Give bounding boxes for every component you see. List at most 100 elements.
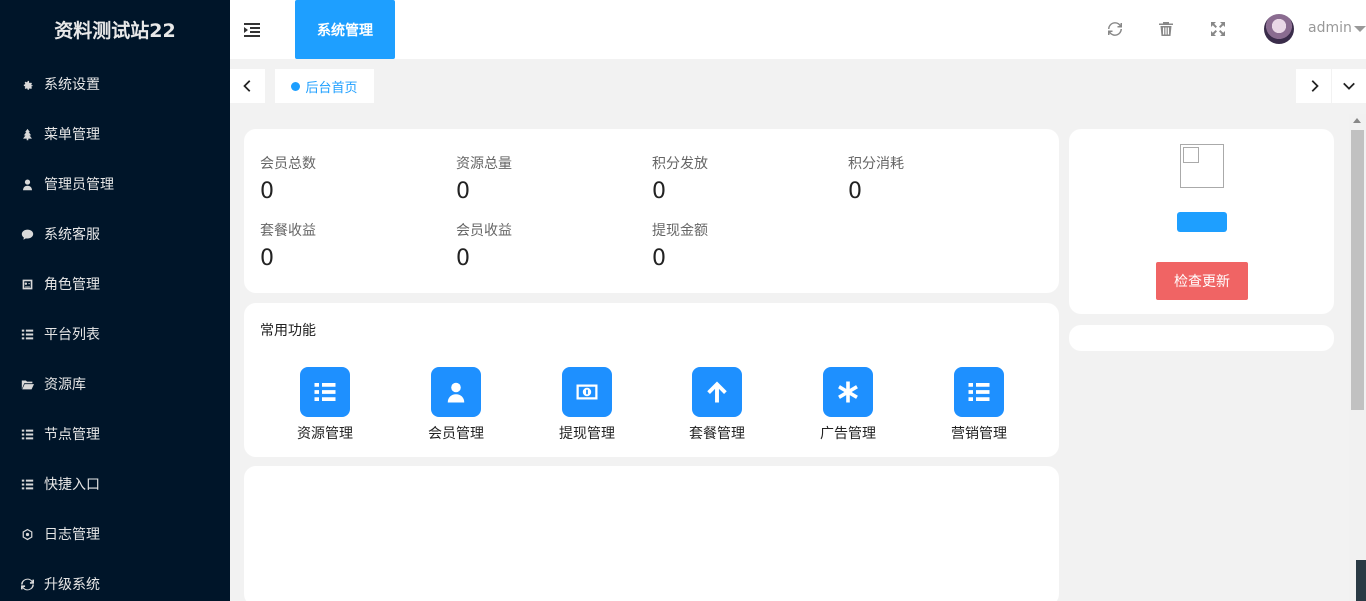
stat-package-revenue: 套餐收益 0 xyxy=(260,220,316,271)
stat-members-total: 会员总数 0 xyxy=(260,153,316,204)
stat-label: 积分发放 xyxy=(652,156,708,172)
sidebar: 资料测试站22 系统设置 菜单管理 管理员管理 系统客服 角色管理 平台列表 资… xyxy=(0,0,230,601)
hexagon-icon xyxy=(20,527,34,541)
sidebar-item-customer-service[interactable]: 系统客服 xyxy=(0,209,230,259)
active-dot-icon xyxy=(291,81,301,91)
check-update-button[interactable]: 检查更新 xyxy=(1156,262,1248,300)
broken-image-icon xyxy=(1180,144,1224,188)
sidebar-item-label: 资源库 xyxy=(44,377,86,393)
sidebar-toggle-icon[interactable] xyxy=(244,22,260,37)
stats-card: 会员总数 0 资源总量 0 积分发放 0 积分消耗 0 套餐收益 0 会员收益 … xyxy=(244,129,1059,293)
func-label: 提现管理 xyxy=(559,426,615,442)
system-info-card: 检查更新 xyxy=(1069,129,1334,314)
stat-points-issued: 积分发放 0 xyxy=(652,153,708,204)
stat-label: 套餐收益 xyxy=(260,223,316,239)
stat-label: 积分消耗 xyxy=(848,156,904,172)
sidebar-item-label: 日志管理 xyxy=(44,527,100,543)
func-member-management[interactable]: 会员管理 xyxy=(406,367,506,443)
stat-value: 0 xyxy=(260,179,274,204)
app-title: 资料测试站22 xyxy=(54,20,176,42)
list-icon xyxy=(20,477,34,491)
sidebar-item-upgrade[interactable]: 升级系统 xyxy=(0,559,230,601)
user-icon xyxy=(431,367,481,417)
sidebar-item-roles[interactable]: 角色管理 xyxy=(0,259,230,309)
tab-home[interactable]: 后台首页 xyxy=(275,69,374,103)
sidebar-item-label: 管理员管理 xyxy=(44,177,114,193)
stat-value: 0 xyxy=(848,179,862,204)
list-icon xyxy=(20,327,34,341)
chat-icon xyxy=(20,227,34,241)
func-package-management[interactable]: 套餐管理 xyxy=(667,367,767,443)
stat-value: 0 xyxy=(456,179,470,204)
func-label: 会员管理 xyxy=(428,426,484,442)
scroll-thumb[interactable] xyxy=(1351,130,1364,410)
common-functions-card: 常用功能 资源管理 会员管理 提现管理 套餐管理 广告管理 营销管理 xyxy=(244,303,1059,457)
folder-icon xyxy=(20,377,34,391)
func-withdrawal-management[interactable]: 提现管理 xyxy=(537,367,637,443)
refresh-icon[interactable] xyxy=(1107,21,1123,37)
sidebar-item-logs[interactable]: 日志管理 xyxy=(0,509,230,559)
list-icon xyxy=(20,427,34,441)
sidebar-item-label: 菜单管理 xyxy=(44,127,100,143)
id-card-icon xyxy=(20,277,34,291)
gear-icon xyxy=(20,77,34,91)
version-badge[interactable] xyxy=(1177,212,1227,232)
func-marketing-management[interactable]: 营销管理 xyxy=(929,367,1029,443)
chevron-down-icon[interactable] xyxy=(1332,69,1366,103)
asterisk-icon xyxy=(823,367,873,417)
stat-resources-total: 资源总量 0 xyxy=(456,153,512,204)
stat-label: 提现金额 xyxy=(652,223,708,239)
caret-down-icon[interactable] xyxy=(1354,26,1366,32)
sidebar-item-resources[interactable]: 资源库 xyxy=(0,359,230,409)
stat-value: 0 xyxy=(652,246,666,271)
func-label: 套餐管理 xyxy=(689,426,745,442)
scrollbar-corner xyxy=(1356,560,1366,601)
tab-home-label: 后台首页 xyxy=(305,80,358,96)
sidebar-item-label: 系统设置 xyxy=(44,77,100,93)
tab-bar: 后台首页 xyxy=(230,59,1366,114)
sidebar-item-label: 节点管理 xyxy=(44,427,100,443)
stat-points-consumed: 积分消耗 0 xyxy=(848,153,904,204)
func-label: 营销管理 xyxy=(951,426,1007,442)
fullscreen-icon[interactable] xyxy=(1210,21,1226,37)
trash-icon[interactable] xyxy=(1158,21,1174,37)
stat-value: 0 xyxy=(260,246,274,271)
stat-member-revenue: 会员收益 0 xyxy=(456,220,512,271)
chevron-left-icon[interactable] xyxy=(230,69,265,103)
top-tab-system-management[interactable]: 系统管理 xyxy=(295,0,395,59)
chevron-right-icon[interactable] xyxy=(1296,69,1331,103)
scroll-up-arrow-icon[interactable] xyxy=(1353,118,1361,123)
sidebar-item-label: 升级系统 xyxy=(44,577,100,593)
tree-icon xyxy=(20,127,34,141)
sidebar-item-system-settings[interactable]: 系统设置 xyxy=(0,59,230,109)
stat-value: 0 xyxy=(456,246,470,271)
content-card xyxy=(244,466,1059,601)
sidebar-item-label: 平台列表 xyxy=(44,327,100,343)
list-icon xyxy=(300,367,350,417)
stat-label: 会员总数 xyxy=(260,156,316,172)
func-ad-management[interactable]: 广告管理 xyxy=(798,367,898,443)
sidebar-item-nodes[interactable]: 节点管理 xyxy=(0,409,230,459)
sidebar-item-admins[interactable]: 管理员管理 xyxy=(0,159,230,209)
stat-label: 资源总量 xyxy=(456,156,512,172)
func-label: 资源管理 xyxy=(297,426,353,442)
side-card xyxy=(1069,325,1334,351)
sidebar-item-menu[interactable]: 菜单管理 xyxy=(0,109,230,159)
func-label: 广告管理 xyxy=(820,426,876,442)
sidebar-item-platforms[interactable]: 平台列表 xyxy=(0,309,230,359)
money-icon xyxy=(562,367,612,417)
stat-value: 0 xyxy=(652,179,666,204)
top-header: 系统管理 admin xyxy=(230,0,1366,59)
sidebar-item-label: 角色管理 xyxy=(44,277,100,293)
func-resource-management[interactable]: 资源管理 xyxy=(275,367,375,443)
list-icon xyxy=(954,367,1004,417)
sidebar-item-label: 快捷入口 xyxy=(44,477,100,493)
sidebar-item-shortcuts[interactable]: 快捷入口 xyxy=(0,459,230,509)
scrollbar[interactable] xyxy=(1349,114,1366,601)
stat-label: 会员收益 xyxy=(456,223,512,239)
sidebar-item-label: 系统客服 xyxy=(44,227,100,243)
section-title: 常用功能 xyxy=(260,323,316,339)
user-name[interactable]: admin xyxy=(1308,20,1352,36)
avatar[interactable] xyxy=(1264,14,1294,44)
arrow-up-icon xyxy=(692,367,742,417)
